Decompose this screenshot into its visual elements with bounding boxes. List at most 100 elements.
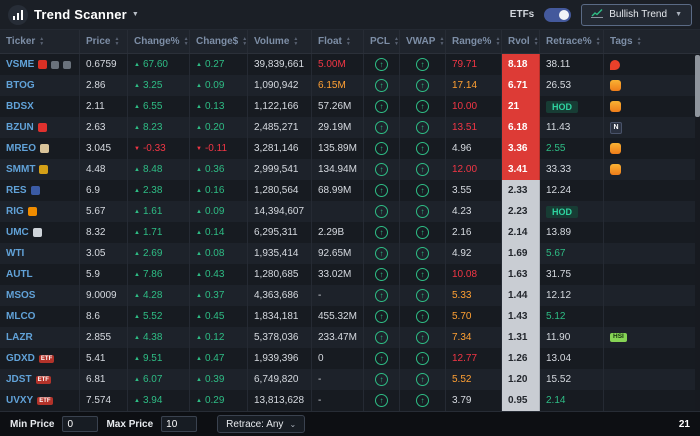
trend-selector[interactable]: Bullish Trend ▼: [581, 3, 692, 26]
ticker-symbol[interactable]: JDST: [6, 374, 32, 385]
column-header-chg_usd[interactable]: Change$ ▲ ▼: [190, 30, 248, 53]
column-label: PCL: [370, 36, 390, 47]
ticker-symbol[interactable]: GDXD: [6, 353, 35, 364]
change-value-wrap: ▲ 2.38: [134, 185, 162, 196]
change-value-wrap: ▲ 0.09: [196, 206, 224, 217]
table-row-wti[interactable]: WTI 3.05 ▲ 2.69 ▲ 0.08 1,935,414 92.65M ↑ ↑ 4.92 1.…: [0, 243, 700, 264]
table-row-bzun[interactable]: BZUN 2.63 ▲ 8.23 ▲ 0.20 2,485,271 29.19M ↑ ↑ 13.51…: [0, 117, 700, 138]
price-above-indicator-icon: ↑: [375, 331, 388, 344]
price-above-indicator-icon: ↑: [416, 352, 429, 365]
ticker-symbol[interactable]: MLCO: [6, 311, 35, 322]
max-price-input[interactable]: [161, 416, 198, 432]
ticker-symbol[interactable]: VSME: [6, 59, 34, 70]
etfs-toggle[interactable]: [544, 7, 572, 22]
fire-tag-icon: [610, 143, 621, 154]
volume-cell: 5,378,036: [248, 327, 312, 348]
table-row-jdst[interactable]: JDST ETF 6.81 ▲ 6.07 ▲ 0.39 6,749,820- ↑ ↑ 5.52 1.2…: [0, 369, 700, 390]
ticker-symbol[interactable]: WTI: [6, 248, 24, 259]
sort-icon[interactable]: ▲ ▼: [596, 37, 601, 46]
column-header-vwap[interactable]: VWAP ▲ ▼: [400, 30, 446, 53]
pcl-cell: ↑: [364, 222, 400, 243]
ticker-symbol[interactable]: SMMT: [6, 164, 35, 175]
table-row-rig[interactable]: RIG 5.67 ▲ 1.61 ▲ 0.09 14,394,607 ↑ ↑ 4.23 2.23 HOD: [0, 201, 700, 222]
price-cell: 5.41: [80, 348, 128, 369]
sort-icon[interactable]: ▲ ▼: [184, 37, 189, 46]
sort-icon[interactable]: ▲ ▼: [534, 37, 539, 46]
float-value: 6.15M: [318, 80, 346, 91]
ticker-symbol[interactable]: AUTL: [6, 269, 33, 280]
column-header-chg_pct[interactable]: Change% ▲ ▼: [128, 30, 190, 53]
scrollbar-thumb[interactable]: [695, 55, 700, 117]
table-row-gdxd[interactable]: GDXD ETF 5.41 ▲ 9.51 ▲ 0.47 1,939,396 0 ↑ ↑ 12.77 1.…: [0, 348, 700, 369]
change-percent-cell: ▲ 2.69: [128, 243, 190, 264]
table-row-smmt[interactable]: SMMT 4.48 ▲ 8.48 ▲ 0.36 2,999,541 134.94M ↑ ↑ 12.0…: [0, 159, 700, 180]
sort-icon[interactable]: ▲ ▼: [394, 37, 399, 46]
column-header-float[interactable]: Float ▲ ▼: [312, 30, 364, 53]
ticker-symbol[interactable]: UMC: [6, 227, 29, 238]
sort-icon[interactable]: ▲ ▼: [293, 37, 298, 46]
sort-icon[interactable]: ▲ ▼: [495, 37, 500, 46]
rvol-value: 0.95: [508, 395, 528, 406]
column-header-pcl[interactable]: PCL ▲ ▼: [364, 30, 400, 53]
table-row-msos[interactable]: MSOS 9.0009 ▲ 4.28 ▲ 0.37 4,363,686- ↑ ↑ 5.33 1.44…: [0, 285, 700, 306]
pcl-cell: ↑: [364, 54, 400, 75]
triangle-up-icon: ▲: [196, 397, 202, 404]
table-row-mreo[interactable]: MREO 3.045 ▼ -0.33 ▼ -0.11 3,281,146 135.89M ↑ ↑ 4…: [0, 138, 700, 159]
vwap-cell: ↑: [400, 117, 446, 138]
vwap-cell: ↑: [400, 180, 446, 201]
column-header-ticker[interactable]: Ticker ▲ ▼: [0, 30, 80, 53]
retrace-value: 5.12: [546, 311, 566, 322]
column-header-volume[interactable]: Volume ▲ ▼: [248, 30, 312, 53]
ticker-symbol[interactable]: MSOS: [6, 290, 35, 301]
table-row-btog[interactable]: BTOG 2.86 ▲ 3.25 ▲ 0.09 1,090,942 6.15M ↑ ↑ 17.14 6…: [0, 75, 700, 96]
ticker-symbol[interactable]: LAZR: [6, 332, 33, 343]
ticker-symbol[interactable]: BTOG: [6, 80, 35, 91]
table-row-bdsx[interactable]: BDSX 2.11 ▲ 6.55 ▲ 0.13 1,122,166 57.26M ↑ ↑ 10.00…: [0, 96, 700, 117]
triangle-up-icon: ▲: [134, 334, 140, 341]
vwap-cell: ↑: [400, 243, 446, 264]
range-percent-value: 3.55: [452, 185, 472, 196]
ticker-symbol[interactable]: RES: [6, 185, 27, 196]
ticker-symbol[interactable]: BZUN: [6, 122, 34, 133]
table-row-vsme[interactable]: VSME 0.6759 ▲ 67.60 ▲ 0.27 39,839,661 5.00M ↑ ↑ 79…: [0, 54, 700, 75]
table-row-lazr[interactable]: LAZR 2.855 ▲ 4.38 ▲ 0.12 5,378,036 233.47M ↑ ↑ 7.3…: [0, 327, 700, 348]
change-dollar-value: 0.16: [204, 185, 225, 196]
title-dropdown-caret-icon[interactable]: ▼: [132, 11, 139, 18]
sort-icon[interactable]: ▲ ▼: [637, 37, 642, 46]
range-percent-value: 4.23: [452, 206, 472, 217]
ticker-symbol[interactable]: UVXY: [6, 395, 33, 406]
min-price-input[interactable]: [62, 416, 99, 432]
column-header-range[interactable]: Range% ▲ ▼: [446, 30, 502, 53]
sort-icon[interactable]: ▲ ▼: [39, 37, 44, 46]
table-row-uvxy[interactable]: UVXY ETF 7.574 ▲ 3.94 ▲ 0.29 13,813,628- ↑ ↑ 3.79 0…: [0, 390, 700, 411]
change-percent-value: 6.07: [142, 374, 163, 385]
tags-cell: N: [604, 117, 700, 138]
vwap-cell: ↑: [400, 222, 446, 243]
vertical-scrollbar[interactable]: [695, 55, 700, 411]
sort-icon[interactable]: ▲ ▼: [114, 37, 119, 46]
sort-icon[interactable]: ▲ ▼: [346, 37, 351, 46]
sort-icon[interactable]: ▲ ▼: [439, 37, 444, 46]
column-header-retrace[interactable]: Retrace% ▲ ▼: [540, 30, 604, 53]
retrace-filter-dropdown[interactable]: Retrace: Any ⌄: [217, 415, 306, 433]
table-row-res[interactable]: RES 6.9 ▲ 2.38 ▲ 0.16 1,280,564 68.99M ↑ ↑ 3.55 2.3…: [0, 180, 700, 201]
column-header-price[interactable]: Price ▲ ▼: [80, 30, 128, 53]
fire-tag-icon: [610, 80, 621, 91]
vwap-cell: ↑: [400, 390, 446, 411]
sort-icon[interactable]: ▲ ▼: [242, 37, 247, 46]
float-cell: 68.99M: [312, 180, 364, 201]
change-dollar-cell: ▲ 0.36: [190, 159, 248, 180]
ticker-symbol[interactable]: MREO: [6, 143, 36, 154]
table-row-mlco[interactable]: MLCO 8.6 ▲ 5.52 ▲ 0.45 1,834,181 455.32M ↑ ↑ 5.70 1…: [0, 306, 700, 327]
triangle-up-icon: ▲: [134, 250, 140, 257]
table-row-umc[interactable]: UMC 8.32 ▲ 1.71 ▲ 0.14 6,295,311 2.29B ↑ ↑ 2.16 2.1…: [0, 222, 700, 243]
column-header-tags[interactable]: Tags ▲ ▼: [604, 30, 700, 53]
volume-cell: 39,839,661: [248, 54, 312, 75]
sort-down-icon: ▼: [533, 40, 539, 47]
table-row-autl[interactable]: AUTL 5.9 ▲ 7.86 ▲ 0.43 1,280,685 33.02M ↑ ↑ 10.08 1…: [0, 264, 700, 285]
price-value: 4.48: [86, 164, 106, 175]
change-dollar-cell: ▲ 0.13: [190, 96, 248, 117]
column-header-rvol[interactable]: Rvol ▲ ▼: [502, 30, 540, 53]
ticker-symbol[interactable]: RIG: [6, 206, 24, 217]
ticker-symbol[interactable]: BDSX: [6, 101, 34, 112]
